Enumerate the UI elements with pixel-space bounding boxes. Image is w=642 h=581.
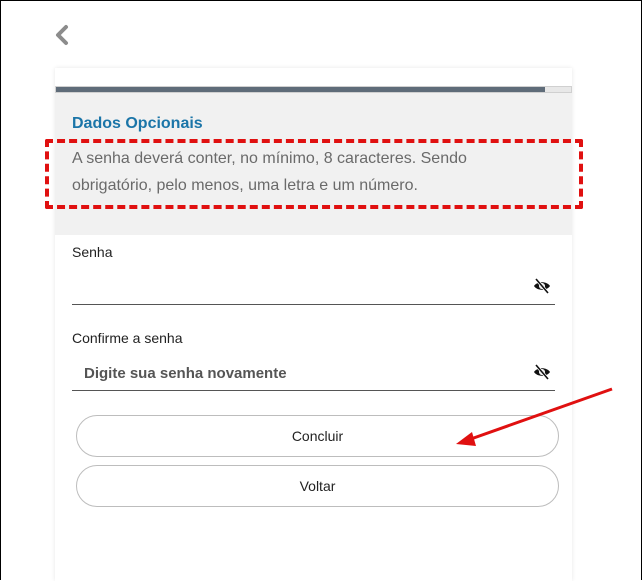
chevron-left-icon	[56, 25, 68, 45]
info-title: Dados Opcionais	[72, 115, 203, 132]
confirm-password-label: Confirme a senha	[72, 330, 183, 346]
progress-bar	[55, 86, 572, 93]
password-input[interactable]	[84, 275, 504, 299]
back-button[interactable]	[52, 24, 74, 46]
password-label: Senha	[72, 244, 113, 260]
annotation-highlight-box	[45, 139, 583, 209]
eye-slash-icon[interactable]	[533, 277, 551, 295]
password-field	[72, 269, 555, 305]
confirm-password-field	[72, 355, 555, 391]
back-form-button[interactable]: Voltar	[76, 465, 559, 507]
eye-slash-icon[interactable]	[533, 363, 551, 381]
confirm-password-input[interactable]	[84, 361, 504, 385]
conclude-button[interactable]: Concluir	[76, 415, 559, 457]
progress-bar-fill	[56, 87, 546, 92]
